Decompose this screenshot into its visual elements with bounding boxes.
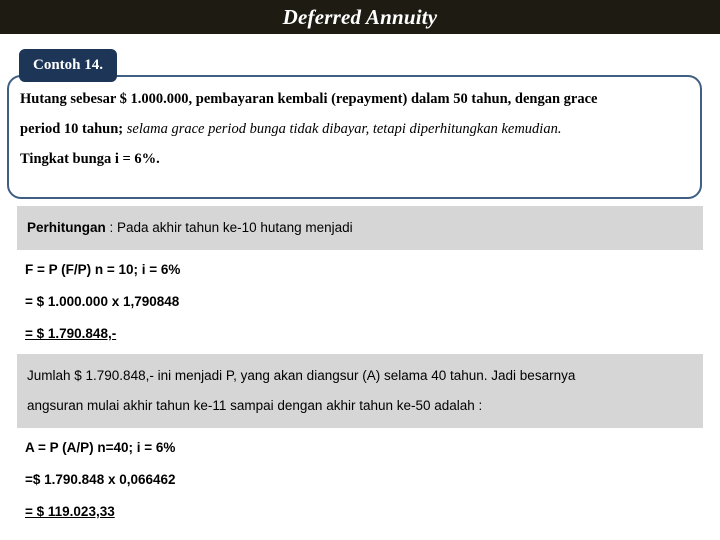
band-jumlah-line-1: Jumlah $ 1.790.848,- ini menjadi P, yang… [27, 368, 576, 383]
formula-text: =$ 1.790.848 x 0,066462 [25, 472, 176, 487]
formula-text: = $ 1.000.000 x 1,790848 [25, 294, 180, 309]
page-title: Deferred Annuity [282, 4, 438, 29]
callout-tab-contoh-14: Contoh 14. [19, 49, 118, 82]
band-perhitungan-line: Perhitungan : Pada akhir tahun ke-10 hut… [17, 213, 703, 243]
formula-group-1: F = P (F/P) n = 10; i = 6% = $ 1.000.000… [0, 250, 720, 354]
callout-line-2-italic: selama grace period bunga tidak dibayar,… [126, 121, 562, 137]
formula-line-result: = $ 119.023,33 [0, 496, 720, 528]
band-perhitungan: Perhitungan : Pada akhir tahun ke-10 hut… [17, 206, 703, 250]
callout-line-3-text: Tingkat bunga i = 6%. [20, 151, 160, 167]
formula-text: = $ 1.790.848,- [25, 326, 117, 341]
callout-body: Hutang sebesar $ 1.000.000, pembayaran k… [20, 84, 696, 174]
band-jumlah-line-2: angsuran mulai akhir tahun ke-11 sampai … [27, 398, 483, 413]
formula-text: A = P (A/P) n=40; i = 6% [25, 440, 176, 455]
callout-section: Contoh 14. Hutang sebesar $ 1.000.000, p… [0, 34, 720, 206]
callout-line-2: period 10 tahun; selama grace period bun… [20, 114, 696, 144]
formula-text: = $ 119.023,33 [25, 504, 115, 519]
content-section: Perhitungan : Pada akhir tahun ke-10 hut… [0, 206, 720, 532]
callout-line-2-bold: period 10 tahun; [20, 121, 124, 137]
callout-line-1-text: Hutang sebesar $ 1.000.000, pembayaran k… [20, 91, 598, 107]
callout-line-1: Hutang sebesar $ 1.000.000, pembayaran k… [20, 84, 696, 114]
band-jumlah: Jumlah $ 1.790.848,- ini menjadi P, yang… [17, 354, 703, 428]
callout-line-3: Tingkat bunga i = 6%. [20, 144, 696, 174]
band-perhitungan-text: : Pada akhir tahun ke-10 hutang menjadi [105, 220, 353, 235]
formula-text: F = P (F/P) n = 10; i = 6% [25, 262, 181, 277]
formula-group-2: A = P (A/P) n=40; i = 6% =$ 1.790.848 x … [0, 428, 720, 532]
header-bar: Deferred Annuity [0, 0, 720, 34]
callout-tab-label: Contoh 14. [33, 57, 104, 73]
formula-line: = $ 1.000.000 x 1,790848 [0, 286, 720, 318]
formula-line-result: = $ 1.790.848,- [0, 318, 720, 350]
band-perhitungan-label: Perhitungan [27, 220, 106, 235]
formula-line: =$ 1.790.848 x 0,066462 [0, 464, 720, 496]
formula-line: F = P (F/P) n = 10; i = 6% [0, 254, 720, 286]
formula-line: A = P (A/P) n=40; i = 6% [0, 432, 720, 464]
